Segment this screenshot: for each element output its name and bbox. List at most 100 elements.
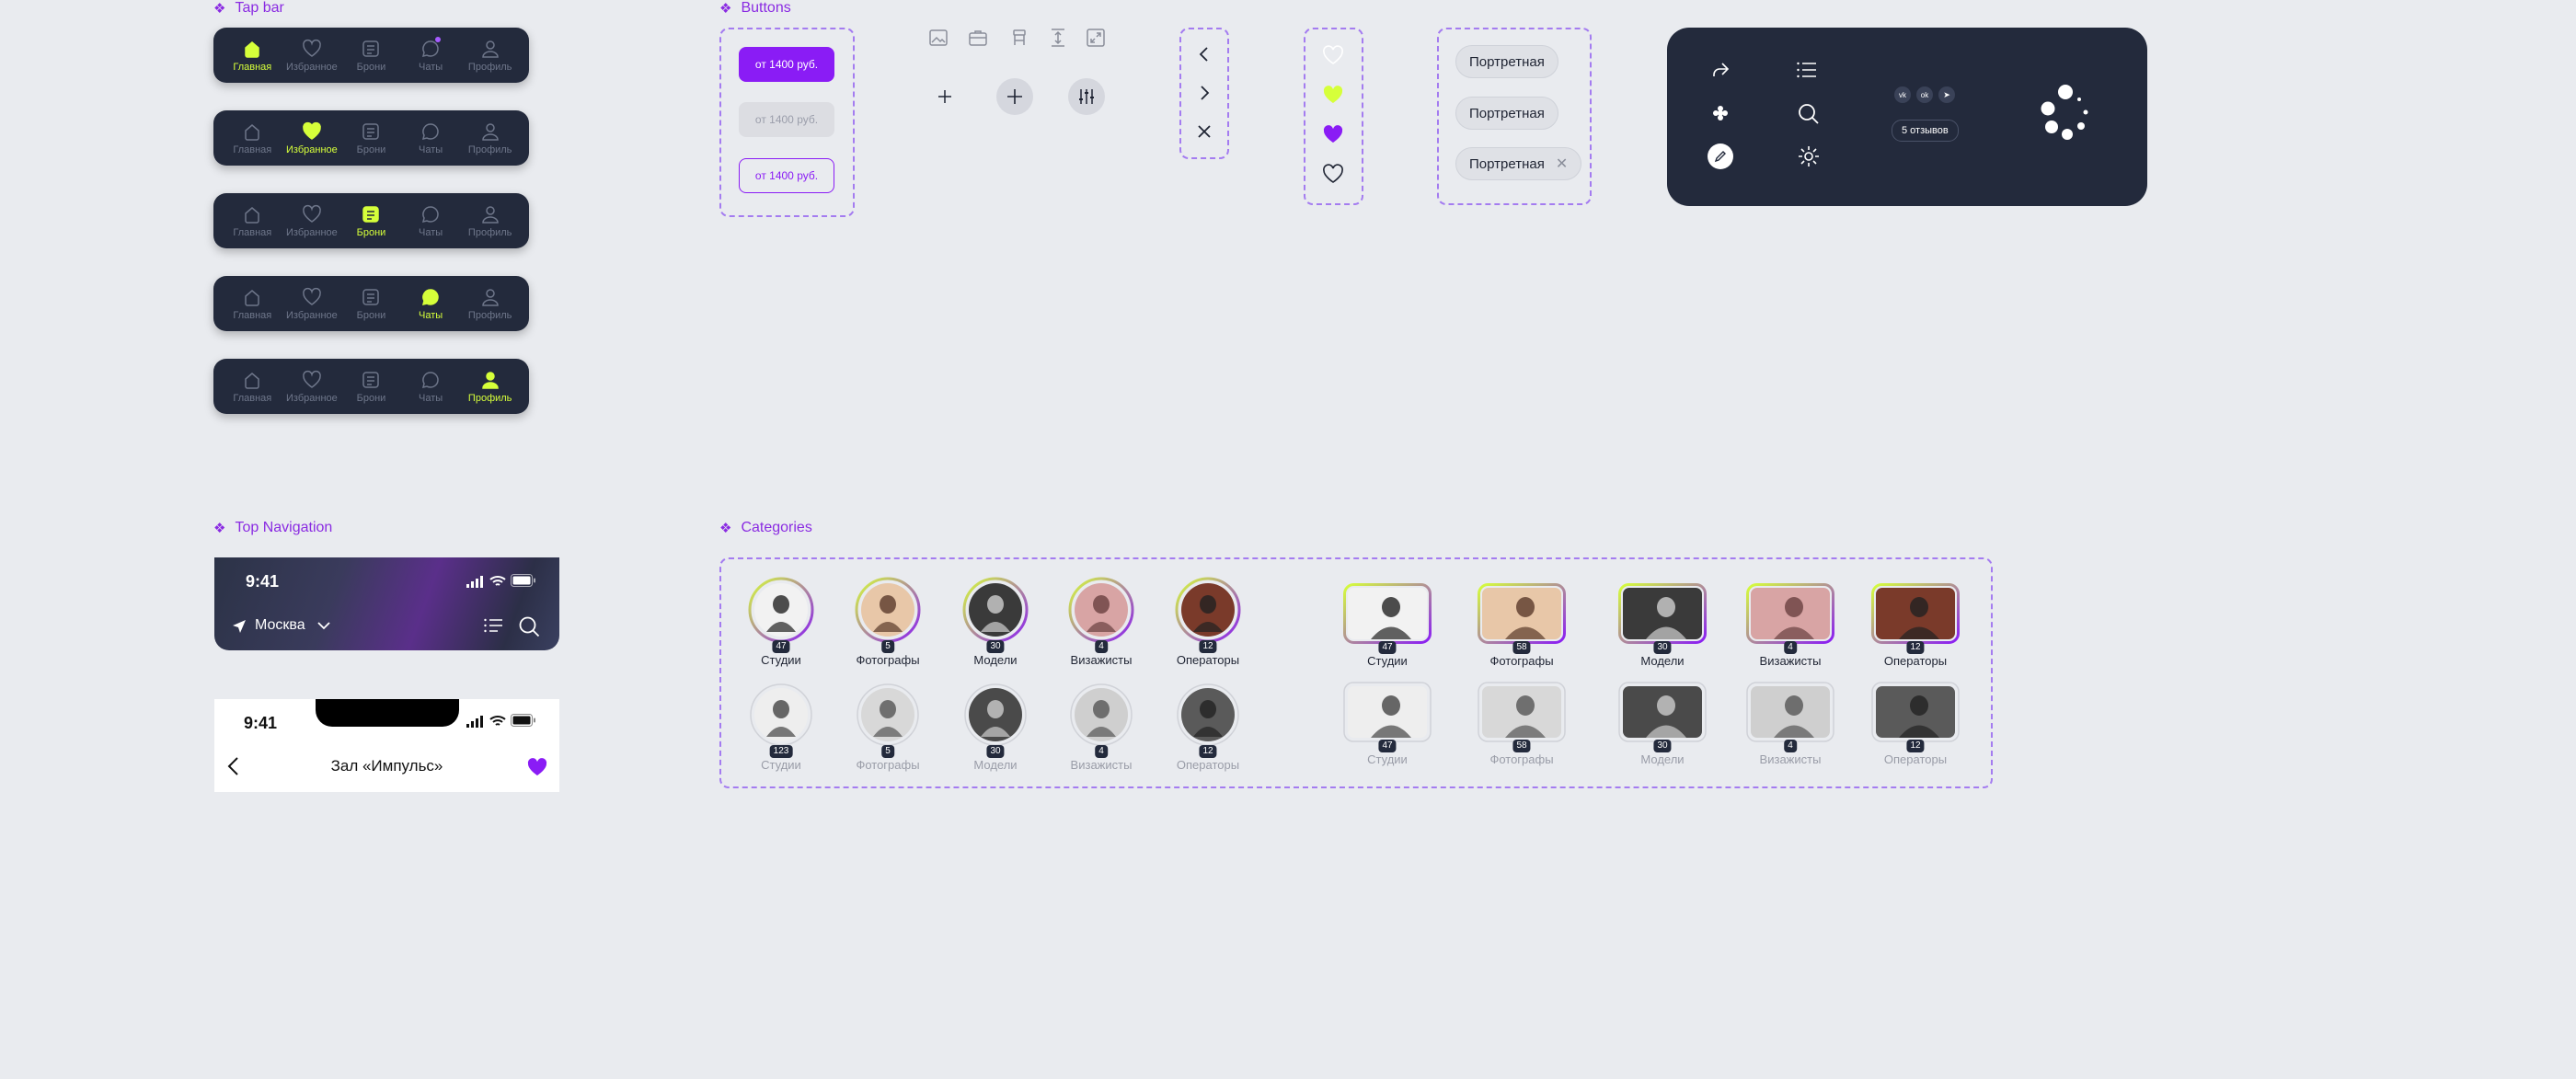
list-icon[interactable]: [1796, 61, 1818, 79]
search-icon[interactable]: [1797, 102, 1821, 126]
tab-home[interactable]: Главная: [223, 287, 282, 321]
tab-chats[interactable]: Чаты: [401, 370, 460, 404]
category-photo: [1478, 583, 1566, 644]
close-icon[interactable]: ✕: [1556, 155, 1568, 173]
filter-button[interactable]: [1068, 78, 1105, 115]
tab-bookings[interactable]: Брони: [341, 121, 400, 155]
vk-icon[interactable]: vk: [1894, 86, 1911, 103]
tab-profile[interactable]: Профиль: [461, 204, 520, 238]
city-selector[interactable]: Москва: [255, 617, 305, 634]
category-label: Фотографы: [1489, 752, 1554, 766]
flower-icon[interactable]: [1711, 104, 1730, 122]
tab-chats[interactable]: Чаты: [401, 36, 460, 73]
category-label: Студии: [1367, 752, 1408, 766]
tab-favorites[interactable]: Избранное: [282, 287, 341, 321]
tab-favorites[interactable]: Избранное: [282, 121, 341, 155]
category-makeup-artists[interactable]: 4 Визажисты: [1068, 577, 1134, 667]
ok-icon[interactable]: ok: [1916, 86, 1933, 103]
tab-bookings[interactable]: Брони: [341, 204, 400, 238]
favorite-heart-icon[interactable]: [526, 757, 548, 777]
tab-profile[interactable]: Профиль: [461, 39, 520, 73]
gear-icon[interactable]: [1797, 144, 1821, 168]
category-photographers[interactable]: 58 Фотографы: [1478, 682, 1566, 766]
category-photographers[interactable]: 5 Фотографы: [855, 577, 921, 667]
category-models[interactable]: 30 Модели: [1618, 682, 1707, 766]
chip-default[interactable]: Портретная: [1455, 45, 1558, 78]
category-photographers[interactable]: 58 Фотографы: [1478, 583, 1566, 668]
tab-label: Главная: [233, 61, 272, 73]
battery-icon: [511, 574, 535, 587]
category-operators[interactable]: 12 Операторы: [1871, 583, 1960, 668]
chip-label: Портретная: [1469, 155, 1545, 172]
add-button-plain[interactable]: [930, 82, 960, 111]
tab-profile[interactable]: Профиль: [461, 370, 520, 404]
heart-icon[interactable]: [1322, 124, 1344, 144]
search-icon[interactable]: [518, 615, 540, 637]
tab-favorites[interactable]: Избранное: [282, 370, 341, 404]
category-photo: [1871, 583, 1960, 644]
category-studios[interactable]: 47 Студии: [748, 577, 814, 667]
tab-home[interactable]: Главная: [223, 370, 282, 404]
category-photo: [964, 683, 1027, 746]
telegram-icon[interactable]: ➤: [1938, 86, 1955, 103]
heart-icon[interactable]: [1322, 45, 1344, 65]
category-studios[interactable]: 47 Студии: [1343, 583, 1432, 668]
heart-icon[interactable]: [1322, 85, 1344, 105]
tab-bookings[interactable]: Брони: [341, 287, 400, 321]
category-operators[interactable]: 12 Операторы: [1175, 682, 1241, 772]
tab-home[interactable]: Главная: [223, 204, 282, 238]
chevron-left-icon[interactable]: [1193, 43, 1215, 65]
category-makeup-artists[interactable]: 4 Визажисты: [1068, 682, 1134, 772]
category-photo: [748, 577, 814, 643]
category-models[interactable]: 30 Модели: [962, 682, 1029, 772]
chip-selected[interactable]: Портретная: [1455, 97, 1558, 130]
count-badge: 47: [1378, 641, 1397, 654]
category-operators[interactable]: 12 Операторы: [1871, 682, 1960, 766]
edit-button[interactable]: [1708, 143, 1733, 169]
expand-icon[interactable]: [1085, 27, 1107, 49]
chevron-right-icon[interactable]: [1193, 82, 1215, 104]
chip-removable[interactable]: Портретная ✕: [1455, 147, 1582, 180]
tab-favorites[interactable]: Избранное: [282, 204, 341, 238]
category-makeup-artists[interactable]: 4 Визажисты: [1746, 682, 1834, 766]
category-studios[interactable]: 123 Студии: [748, 682, 814, 772]
image-icon[interactable]: [927, 27, 949, 49]
price-button-outline[interactable]: от 1400 руб.: [739, 158, 834, 193]
reviews-badge[interactable]: 5 отзывов: [1892, 120, 1959, 142]
tab-profile[interactable]: Профиль: [461, 287, 520, 321]
category-operators[interactable]: 12 Операторы: [1175, 577, 1241, 667]
tab-favorites[interactable]: Избранное: [282, 39, 341, 73]
category-studios[interactable]: 47 Студии: [1343, 682, 1432, 766]
tab-bookings[interactable]: Брони: [341, 39, 400, 73]
tab-label: Чаты: [419, 143, 443, 155]
tab-chats[interactable]: Чаты: [401, 287, 460, 321]
tab-chats[interactable]: Чаты: [401, 204, 460, 238]
tab-home[interactable]: Главная: [223, 39, 282, 73]
category-label: Модели: [973, 758, 1018, 772]
stool-icon[interactable]: [1008, 27, 1030, 49]
chat-icon: [422, 288, 439, 305]
price-button-disabled[interactable]: от 1400 руб.: [739, 102, 834, 137]
briefcase-icon[interactable]: [967, 27, 989, 49]
category-avatar: 5: [855, 577, 921, 653]
tab-chats[interactable]: Чаты: [401, 121, 460, 155]
close-icon[interactable]: [1193, 121, 1215, 143]
tab-label: Профиль: [467, 226, 512, 238]
chevron-down-icon[interactable]: [316, 619, 332, 632]
category-models[interactable]: 30 Модели: [962, 577, 1029, 667]
profile-icon: [481, 371, 499, 389]
share-icon[interactable]: [1709, 59, 1731, 81]
tab-bookings[interactable]: Брони: [341, 370, 400, 404]
tab-profile[interactable]: Профиль: [461, 121, 520, 155]
category-models[interactable]: 30 Модели: [1618, 583, 1707, 668]
tab-home[interactable]: Главная: [223, 121, 282, 155]
category-photographers[interactable]: 5 Фотографы: [855, 682, 921, 772]
category-avatar: 5: [855, 682, 921, 758]
category-makeup-artists[interactable]: 4 Визажисты: [1746, 583, 1834, 668]
heart-icon[interactable]: [1322, 164, 1344, 184]
list-icon[interactable]: [483, 617, 503, 634]
location-arrow-icon[interactable]: [231, 618, 247, 635]
add-button-round[interactable]: [996, 78, 1033, 115]
price-button-primary[interactable]: от 1400 руб.: [739, 47, 834, 82]
height-icon[interactable]: [1047, 27, 1069, 49]
